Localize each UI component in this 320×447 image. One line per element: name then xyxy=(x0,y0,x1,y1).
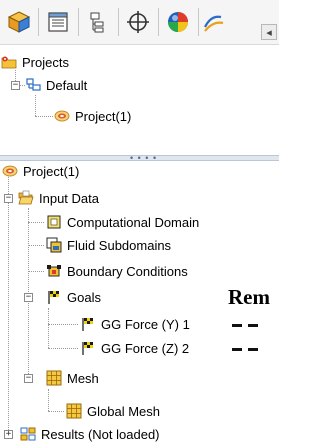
part-cube-icon xyxy=(7,11,31,33)
configuration-manager-tab[interactable] xyxy=(81,5,115,39)
open-folder-icon xyxy=(18,190,34,205)
tree-item-goal-force-z[interactable]: GG Force (Z) 2 xyxy=(80,338,189,358)
legend-dash-goal-1 xyxy=(232,324,242,327)
tree-item-computational-domain[interactable]: Computational Domain xyxy=(46,212,199,232)
configuration-node-icon xyxy=(26,78,41,91)
tree-item-project-root-label: Project(1) xyxy=(23,163,80,179)
tree-item-global-mesh[interactable]: Global Mesh xyxy=(66,401,160,421)
crosshair-icon xyxy=(127,11,149,33)
tree-item-fluid-subdomains-label: Fluid Subdomains xyxy=(67,237,172,253)
feature-manager-tab[interactable] xyxy=(2,5,36,39)
tree-item-default-label: Default xyxy=(46,77,88,93)
property-manager-tab[interactable] xyxy=(41,5,75,39)
tree-item-project-1-label: Project(1) xyxy=(75,108,132,124)
expand-results-toggle[interactable]: + xyxy=(4,430,13,439)
tree-item-goal-force-y[interactable]: GG Force (Y) 1 xyxy=(80,314,190,334)
manager-toolbar: ◂ xyxy=(0,0,279,45)
display-manager-tab[interactable] xyxy=(161,5,195,39)
projects-folder-icon xyxy=(1,56,17,69)
tree-item-goals[interactable]: Goals xyxy=(46,287,101,307)
tree-item-goals-label: Goals xyxy=(67,289,101,305)
goals-checkered-flag-icon xyxy=(48,291,59,304)
legend-dash-goal-2 xyxy=(232,348,242,351)
flow-simulation-icon xyxy=(204,15,224,32)
graphics-overlay-text: Rem xyxy=(228,285,270,309)
tree-item-computational-domain-label: Computational Domain xyxy=(67,214,200,230)
boundary-conditions-icon xyxy=(47,265,61,277)
tree-item-input-data-label: Input Data xyxy=(39,190,99,206)
collapse-default-toggle[interactable]: − xyxy=(11,81,20,90)
tree-item-input-data[interactable]: Input Data xyxy=(18,188,99,208)
tree-item-projects[interactable]: Projects xyxy=(1,52,69,72)
legend-dash-goal-2b xyxy=(248,348,258,351)
legend-dash-goal-1b xyxy=(248,324,258,327)
tree-item-results[interactable]: Results (Not loaded) xyxy=(20,424,160,444)
tree-item-fluid-subdomains[interactable]: Fluid Subdomains xyxy=(46,235,171,255)
tree-item-projects-label: Projects xyxy=(22,54,69,70)
tree-item-goal-force-z-label: GG Force (Z) 2 xyxy=(101,340,190,356)
collapse-mesh-toggle[interactable]: − xyxy=(24,374,33,383)
appearance-sphere-icon xyxy=(168,12,188,32)
scroll-tabs-left-button[interactable]: ◂ xyxy=(261,24,277,40)
flow-project-icon xyxy=(2,165,18,177)
computational-domain-icon xyxy=(47,215,61,229)
fluid-subdomain-icon xyxy=(46,237,62,253)
tree-item-goal-force-y-label: GG Force (Y) 1 xyxy=(101,316,190,332)
mesh-icon xyxy=(46,370,62,386)
goal-flag-icon xyxy=(82,342,93,355)
tree-item-project-root[interactable]: Project(1) xyxy=(2,161,79,181)
tree-item-project-1[interactable]: Project(1) xyxy=(54,106,131,126)
tree-item-boundary-conditions-label: Boundary Conditions xyxy=(67,263,188,279)
global-mesh-icon xyxy=(66,403,82,419)
property-list-icon xyxy=(48,12,68,32)
tree-item-default[interactable]: Default xyxy=(25,75,87,95)
tree-item-results-label: Results (Not loaded) xyxy=(41,426,160,442)
tree-item-global-mesh-label: Global Mesh xyxy=(87,403,160,419)
tree-item-mesh-label: Mesh xyxy=(67,370,99,386)
goal-flag-icon xyxy=(82,318,93,331)
collapse-goals-toggle[interactable]: − xyxy=(24,293,33,302)
flow-project-icon xyxy=(54,110,70,122)
projects-tree-pane: Projects − Default Project(1) xyxy=(0,45,279,155)
configuration-icon xyxy=(90,12,104,33)
collapse-input-data-toggle[interactable]: − xyxy=(4,194,13,203)
flow-simulation-tab[interactable] xyxy=(201,5,225,39)
dimxpert-tab[interactable] xyxy=(121,5,155,39)
tree-item-mesh[interactable]: Mesh xyxy=(46,368,99,388)
tree-item-boundary-conditions[interactable]: Boundary Conditions xyxy=(46,261,188,281)
results-icon xyxy=(20,427,36,441)
